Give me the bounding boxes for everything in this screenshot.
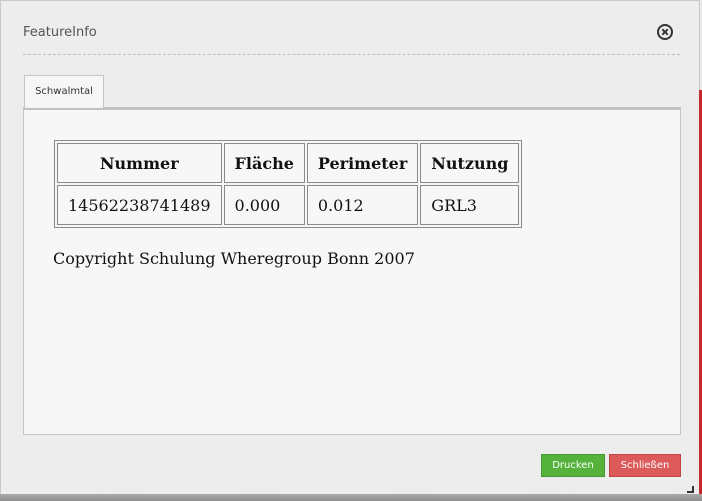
cell-flaeche: 0.000 [223,185,305,225]
print-button[interactable]: Drucken [541,454,605,477]
column-header-nutzung: Nutzung [420,143,520,183]
tab-label: Schwalmtal [35,86,93,97]
title-separator [23,54,680,55]
dialog-bottom-shadow [0,494,702,501]
dialog-title: FeatureInfo [23,25,97,40]
table-row: 14562238741489 0.000 0.012 GRL3 [57,185,520,225]
close-icon[interactable] [657,24,673,40]
column-header-nummer: Nummer [57,143,222,183]
table-header-row: Nummer Fläche Perimeter Nutzung [57,143,520,183]
cell-nutzung: GRL3 [420,185,520,225]
column-header-flaeche: Fläche [223,143,305,183]
tab-content-panel: Nummer Fläche Perimeter Nutzung 14562238… [23,107,681,435]
column-header-perimeter: Perimeter [306,143,419,183]
cell-nummer: 14562238741489 [57,185,222,225]
tab-schwalmtal[interactable]: Schwalmtal [24,75,104,108]
resize-handle-icon[interactable] [687,482,696,493]
feature-table: Nummer Fläche Perimeter Nutzung 14562238… [54,140,523,228]
copyright-text: Copyright Schulung Wheregroup Bonn 2007 [53,249,415,268]
featureinfo-dialog: FeatureInfo Schwalmtal Nummer Fläche Per… [0,0,700,495]
close-button[interactable]: Schließen [609,454,681,477]
cell-perimeter: 0.012 [306,185,419,225]
